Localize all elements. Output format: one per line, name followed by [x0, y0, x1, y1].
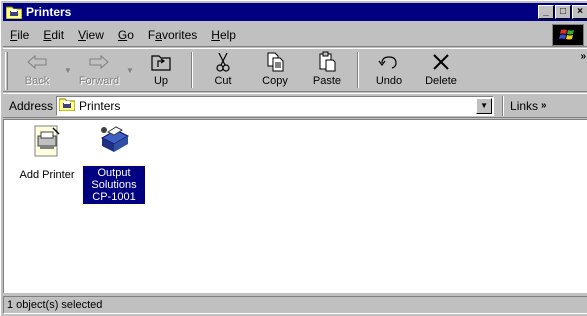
maximize-button[interactable]: □: [555, 5, 571, 19]
links-more-icon[interactable]: »: [541, 100, 547, 111]
add-printer-icon: [31, 124, 63, 163]
undo-button[interactable]: Undo: [363, 49, 415, 91]
delete-button[interactable]: Delete: [415, 49, 467, 91]
undo-icon: [378, 51, 400, 73]
minimize-button[interactable]: _: [538, 5, 554, 19]
windows-logo-icon: [552, 24, 584, 46]
links-toolbar[interactable]: Links: [510, 99, 538, 113]
list-item[interactable]: Output Solutions CP-1001: [82, 124, 146, 205]
toolbar-separator: [191, 52, 193, 88]
back-arrow-icon: [26, 51, 48, 73]
menu-file[interactable]: File: [3, 25, 36, 45]
printers-folder-icon: [5, 5, 23, 20]
title-bar[interactable]: Printers _ □ ×: [3, 3, 587, 21]
delete-x-icon: [431, 51, 451, 73]
file-view[interactable]: Add Printer Output Solutions CP-1001: [3, 119, 587, 293]
back-dropdown-icon[interactable]: ▼: [63, 49, 73, 91]
printer-icon: [96, 124, 132, 161]
address-value: Printers: [79, 98, 121, 113]
address-dropdown-icon[interactable]: ▼: [476, 97, 493, 114]
paste-button[interactable]: Paste: [301, 49, 353, 91]
copy-button[interactable]: Copy: [249, 49, 301, 91]
printers-folder-icon: [58, 97, 76, 114]
window-title: Printers: [26, 5, 72, 19]
toolbar-more-icon[interactable]: »: [580, 51, 586, 62]
menu-edit[interactable]: Edit: [36, 25, 71, 45]
menu-help[interactable]: Help: [204, 25, 243, 45]
address-bar: Address Printers ▼ Links »: [3, 93, 587, 118]
address-label: Address: [9, 98, 54, 113]
links-separator: [502, 95, 505, 116]
forward-dropdown-icon[interactable]: ▼: [125, 49, 135, 91]
address-input[interactable]: Printers ▼: [56, 95, 495, 116]
menu-view[interactable]: View: [71, 25, 111, 45]
scissors-icon: [213, 51, 233, 73]
forward-button[interactable]: Forward: [73, 49, 125, 91]
item-label: Add Printer: [19, 169, 75, 181]
menu-go[interactable]: Go: [111, 25, 141, 45]
status-text: 1 object(s) selected: [3, 295, 587, 314]
up-folder-icon: [150, 51, 172, 73]
close-button[interactable]: ×: [572, 5, 587, 19]
menu-bar: File Edit View Go Favorites Help: [3, 23, 587, 47]
forward-arrow-icon: [88, 51, 110, 73]
clipboard-icon: [317, 51, 337, 73]
cut-button[interactable]: Cut: [197, 49, 249, 91]
item-label: Output Solutions CP-1001: [82, 165, 146, 205]
toolbar-grip[interactable]: [5, 52, 8, 90]
up-button[interactable]: Up: [135, 49, 187, 91]
copy-icon: [265, 51, 285, 73]
list-item[interactable]: Add Printer: [12, 124, 82, 182]
status-bar: 1 object(s) selected: [3, 294, 587, 315]
toolbar-separator: [357, 52, 359, 88]
explorer-window: Printers _ □ × File Edit View Go Favorit…: [0, 0, 587, 316]
menu-favorites[interactable]: Favorites: [141, 25, 204, 45]
standard-toolbar: Back ▼ Forward ▼ Up Cut Copy Paste Undo …: [3, 48, 587, 92]
back-button[interactable]: Back: [11, 49, 63, 91]
